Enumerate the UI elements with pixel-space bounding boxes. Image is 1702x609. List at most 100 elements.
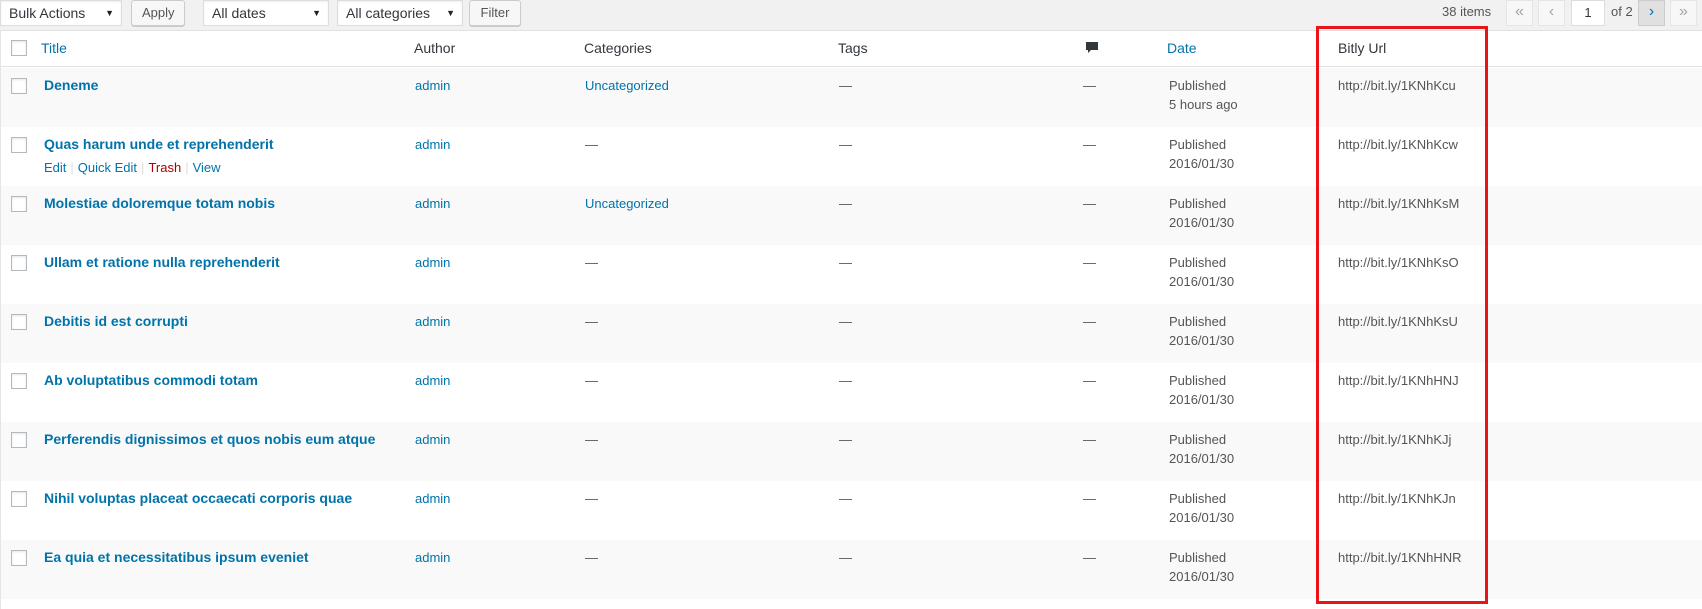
category-filter-select[interactable]: All categories ▼ <box>337 0 463 26</box>
column-date-header[interactable]: Date <box>1167 40 1197 56</box>
apply-button[interactable]: Apply <box>131 0 185 26</box>
table-row: Deneme admin Uncategorized — — Published 5 hou… <box>1 68 1702 127</box>
comment-icon[interactable] <box>1085 41 1099 54</box>
post-title-link[interactable]: Molestiae doloremque totam nobis <box>44 194 275 213</box>
filter-button[interactable]: Filter <box>469 0 521 26</box>
posts-list-screen: Bulk Actions ▼ Apply All dates ▼ All cat… <box>0 0 1702 609</box>
row-checkbox[interactable] <box>11 491 27 507</box>
table-row: Ullam et ratione nulla reprehenderit admi… <box>1 245 1702 304</box>
comments-empty: — <box>1083 314 1096 329</box>
tags-empty: — <box>839 432 852 447</box>
row-checkbox[interactable] <box>11 550 27 566</box>
row-checkbox[interactable] <box>11 255 27 271</box>
chevron-down-icon: ▼ <box>446 8 455 18</box>
comments-empty: — <box>1083 373 1096 388</box>
date-filter-value: All dates <box>212 5 266 21</box>
column-bitly-header: Bitly Url <box>1338 40 1387 56</box>
row-checkbox[interactable] <box>11 137 27 153</box>
comments-empty: — <box>1083 432 1096 447</box>
post-title-link[interactable]: Quas harum unde et reprehenderit <box>44 135 274 154</box>
row-checkbox[interactable] <box>11 78 27 94</box>
tags-empty: — <box>839 78 852 93</box>
date-filter-select[interactable]: All dates ▼ <box>203 0 329 26</box>
post-date: 2016/01/30 <box>1169 392 1235 407</box>
bulk-actions-select[interactable]: Bulk Actions ▼ <box>0 0 122 26</box>
author-link[interactable]: admin <box>415 489 450 508</box>
category-link[interactable]: Uncategorized <box>585 76 669 95</box>
bitly-url: http://bit.ly/1KNhKsU <box>1338 314 1458 329</box>
tags-empty: — <box>839 373 852 388</box>
table-row: Perferendis dignissimos et quos nobis eu… <box>1 422 1702 481</box>
table-row: Nihil voluptas placeat occaecati corpori… <box>1 481 1702 540</box>
comments-empty: — <box>1083 255 1096 270</box>
post-status: Published <box>1169 137 1227 152</box>
prev-page-button[interactable]: ‹ <box>1538 0 1565 26</box>
separator: | <box>141 160 145 175</box>
post-status: Published <box>1169 373 1227 388</box>
post-date: 2016/01/30 <box>1169 333 1235 348</box>
tags-empty: — <box>839 314 852 329</box>
comments-empty: — <box>1083 491 1096 506</box>
table-row: Debitis id est corrupti admin — — — Published… <box>1 304 1702 363</box>
post-title-link[interactable]: Perferendis dignissimos et quos nobis eu… <box>44 430 375 449</box>
post-title-link[interactable]: Ullam et ratione nulla reprehenderit <box>44 253 280 272</box>
separator: | <box>185 160 189 175</box>
category-filter-value: All categories <box>346 5 431 21</box>
author-link[interactable]: admin <box>415 371 450 390</box>
bitly-url: http://bit.ly/1KNhKJn <box>1338 491 1456 506</box>
author-link[interactable]: admin <box>415 548 450 567</box>
trash-link[interactable]: Trash <box>148 160 181 175</box>
next-page-button[interactable]: › <box>1638 0 1665 26</box>
author-link[interactable]: admin <box>415 312 450 331</box>
categories-empty: — <box>585 255 598 270</box>
chevron-down-icon: ▼ <box>312 8 321 18</box>
post-status: Published <box>1169 255 1227 270</box>
post-status: Published <box>1169 432 1227 447</box>
bitly-url: http://bit.ly/1KNhKcu <box>1338 78 1456 93</box>
author-link[interactable]: admin <box>415 135 450 154</box>
table-row: Ab voluptatibus commodi totam admin — — — Pub… <box>1 363 1702 422</box>
row-actions: Edit | Quick Edit | Trash | View <box>44 160 221 175</box>
post-title-link[interactable]: Ea quia et necessitatibus ipsum eveniet <box>44 548 309 567</box>
column-tags-header: Tags <box>838 40 868 56</box>
bulk-actions-value: Bulk Actions <box>9 5 86 21</box>
row-checkbox[interactable] <box>11 314 27 330</box>
last-page-button[interactable]: » <box>1670 0 1697 26</box>
row-checkbox[interactable] <box>11 432 27 448</box>
post-title-link[interactable]: Debitis id est corrupti <box>44 312 188 331</box>
bitly-url: http://bit.ly/1KNhHNR <box>1338 550 1462 565</box>
total-pages: of 2 <box>1611 4 1633 19</box>
table-row: Molestiae doloremque totam nobis admin Unc… <box>1 186 1702 245</box>
tags-empty: — <box>839 550 852 565</box>
row-checkbox[interactable] <box>11 196 27 212</box>
table-header: Title Author Categories Tags Date Bitly … <box>1 31 1702 67</box>
tablenav-top: Bulk Actions ▼ Apply All dates ▼ All cat… <box>0 0 1702 30</box>
tags-empty: — <box>839 255 852 270</box>
edit-link[interactable]: Edit <box>44 160 66 175</box>
tags-empty: — <box>839 491 852 506</box>
category-link[interactable]: Uncategorized <box>585 194 669 213</box>
post-date: 2016/01/30 <box>1169 569 1235 584</box>
view-link[interactable]: View <box>193 160 221 175</box>
quick-edit-link[interactable]: Quick Edit <box>78 160 137 175</box>
comments-empty: — <box>1083 78 1096 93</box>
bitly-url: http://bit.ly/1KNhHNJ <box>1338 373 1459 388</box>
post-date: 2016/01/30 <box>1169 451 1235 466</box>
categories-empty: — <box>585 550 598 565</box>
select-all-checkbox[interactable] <box>11 40 27 56</box>
tags-empty: — <box>839 196 852 211</box>
first-page-button[interactable]: « <box>1506 0 1533 26</box>
author-link[interactable]: admin <box>415 76 450 95</box>
current-page-input[interactable]: 1 <box>1571 0 1605 26</box>
author-link[interactable]: admin <box>415 253 450 272</box>
post-title-link[interactable]: Ab voluptatibus commodi totam <box>44 371 258 390</box>
author-link[interactable]: admin <box>415 194 450 213</box>
row-checkbox[interactable] <box>11 373 27 389</box>
column-title-header[interactable]: Title <box>41 40 67 56</box>
items-count: 38 items <box>1442 4 1492 19</box>
bitly-url: http://bit.ly/1KNhKsM <box>1338 196 1460 211</box>
author-link[interactable]: admin <box>415 430 450 449</box>
table-row: Quas harum unde et reprehenderit admin — — —… <box>1 127 1702 186</box>
post-title-link[interactable]: Deneme <box>44 76 98 95</box>
post-title-link[interactable]: Nihil voluptas placeat occaecati corpori… <box>44 489 352 508</box>
